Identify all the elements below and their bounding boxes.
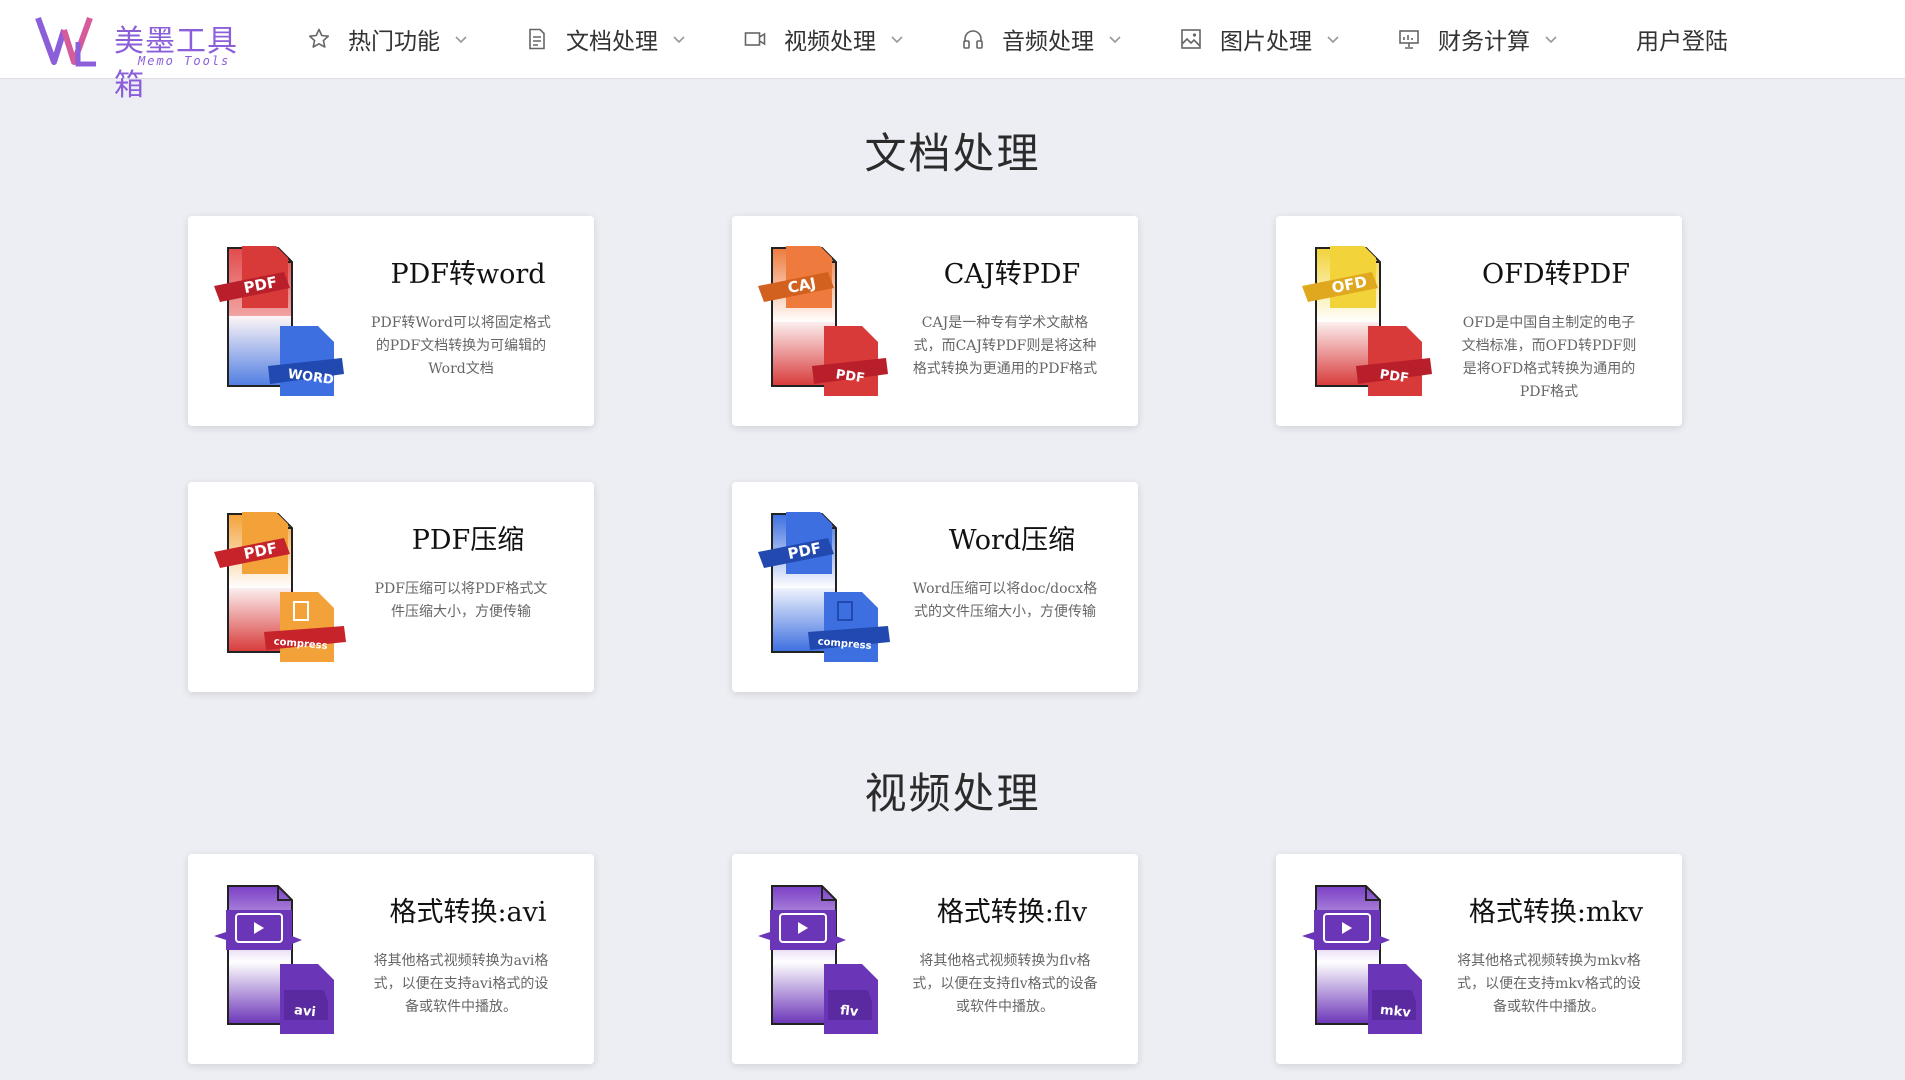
card-caj-to-pdf[interactable]: CAJ PDF CAJ转PDF CAJ是一种专有学术文献格式，而CAJ转PDF则… — [732, 216, 1138, 426]
card-title: PDF压缩 — [411, 525, 525, 556]
nav-label: 图片处理 — [1220, 29, 1312, 55]
card-convert-avi[interactable]: avi 格式转换:avi 将其他格式视频转换为avi格式，以便在支持avi格式的… — [188, 854, 594, 1064]
card-title: 格式转换:flv — [936, 897, 1088, 928]
card-convert-flv[interactable]: flv 格式转换:flv 将其他格式视频转换为flv格式，以便在支持flv格式的… — [732, 854, 1138, 1064]
file-tag-label: avi — [293, 1003, 316, 1020]
nav-hot-features[interactable]: 热门功能 — [306, 0, 468, 78]
video-avi-icon: avi — [214, 885, 334, 1034]
card-title: Word压缩 — [948, 525, 1076, 556]
card-convert-mkv[interactable]: mkv 格式转换:mkv 将其他格式视频转换为mkv格式，以便在支持mkv格式的… — [1276, 854, 1682, 1064]
chevron-down-icon — [1545, 36, 1557, 44]
nav-label: 文档处理 — [566, 29, 658, 55]
headphones-icon — [960, 26, 986, 52]
card-title: 格式转换:mkv — [1468, 897, 1644, 928]
card-description: PDF转Word可以将固定格式的PDF文档转换为可编辑的Word文档 — [371, 315, 551, 377]
main-nav: 热门功能 文档处理 视频处理 音频处理 图片处理 财务计算 — [306, 0, 1614, 78]
logo-mark-icon — [35, 16, 96, 67]
nav-audio[interactable]: 音频处理 — [960, 0, 1122, 78]
chevron-down-icon — [1109, 36, 1121, 44]
section-title-video: 视频处理 — [864, 769, 1041, 818]
card-description: 将其他格式视频转换为flv格式，以便在支持flv格式的设备或软件中播放。 — [912, 953, 1098, 1015]
chevron-down-icon — [891, 36, 903, 44]
nav-video[interactable]: 视频处理 — [742, 0, 904, 78]
card-title: PDF转word — [390, 259, 546, 290]
login-link[interactable]: 用户登陆 — [1636, 0, 1728, 78]
chevron-down-icon — [673, 36, 685, 44]
section-title-document: 文档处理 — [864, 129, 1041, 178]
card-description: 将其他格式视频转换为mkv格式，以便在支持mkv格式的设备或软件中播放。 — [1457, 953, 1641, 1015]
nav-label: 财务计算 — [1438, 29, 1530, 55]
file-tag-label: flv — [839, 1003, 859, 1020]
nav-document[interactable]: 文档处理 — [524, 0, 686, 78]
video-mkv-icon: mkv — [1302, 885, 1422, 1034]
top-navbar: 美墨工具箱 Memo Tools 热门功能 文档处理 视频处理 音频处理 图片处… — [0, 0, 1905, 103]
card-title: OFD转PDF — [1481, 259, 1631, 290]
card-description: PDF压缩可以将PDF格式文件压缩大小，方便传输 — [374, 581, 548, 620]
ofd-to-pdf-icon: OFD PDF — [1302, 246, 1432, 396]
card-pdf-compress[interactable]: PDF compress PDF压缩 PDF压缩可以将PDF格式文件压缩大小，方… — [188, 482, 594, 692]
pdf-to-word-icon: PDF WORD — [214, 246, 344, 396]
card-word-compress[interactable]: PDF compress Word压缩 Word压缩可以将doc/docx格式的… — [732, 482, 1138, 692]
logo-subtitle: Memo Tools — [138, 54, 231, 68]
nav-finance[interactable]: 财务计算 — [1396, 0, 1558, 78]
card-description: CAJ是一种专有学术文献格式，而CAJ转PDF则是将这种格式转换为更通用的PDF… — [912, 315, 1098, 377]
word-compress-icon: PDF compress — [758, 512, 890, 662]
star-icon — [306, 26, 332, 52]
chart-board-icon — [1396, 26, 1422, 52]
card-description: Word压缩可以将doc/docx格式的文件压缩大小，方便传输 — [912, 581, 1098, 620]
image-icon — [1178, 26, 1204, 52]
chevron-down-icon — [455, 36, 467, 44]
caj-to-pdf-icon: CAJ PDF — [758, 246, 888, 396]
video-icon — [742, 26, 768, 52]
pdf-compress-icon: PDF compress — [214, 512, 346, 662]
site-logo[interactable]: 美墨工具箱 Memo Tools — [34, 10, 244, 103]
nav-label: 热门功能 — [348, 29, 440, 55]
chevron-down-icon — [1327, 36, 1339, 44]
video-flv-icon: flv — [758, 885, 878, 1034]
card-title: CAJ转PDF — [943, 259, 1081, 290]
nav-label: 音频处理 — [1002, 29, 1094, 55]
card-description: 将其他格式视频转换为avi格式，以便在支持avi格式的设备或软件中播放。 — [373, 953, 549, 1015]
card-pdf-to-word[interactable]: PDF WORD PDF转word PDF转Word可以将固定格式的PDF文档转… — [188, 216, 594, 426]
nav-image[interactable]: 图片处理 — [1178, 0, 1340, 78]
card-description: OFD是中国自主制定的电子文档标准，而OFD转PDF则是将OFD格式转换为通用的… — [1461, 315, 1637, 400]
card-title: 格式转换:avi — [389, 897, 547, 928]
nav-label: 视频处理 — [784, 29, 876, 55]
card-ofd-to-pdf[interactable]: OFD PDF OFD转PDF OFD是中国自主制定的电子文档标准，而OFD转P… — [1276, 216, 1682, 426]
document-icon — [524, 26, 550, 52]
